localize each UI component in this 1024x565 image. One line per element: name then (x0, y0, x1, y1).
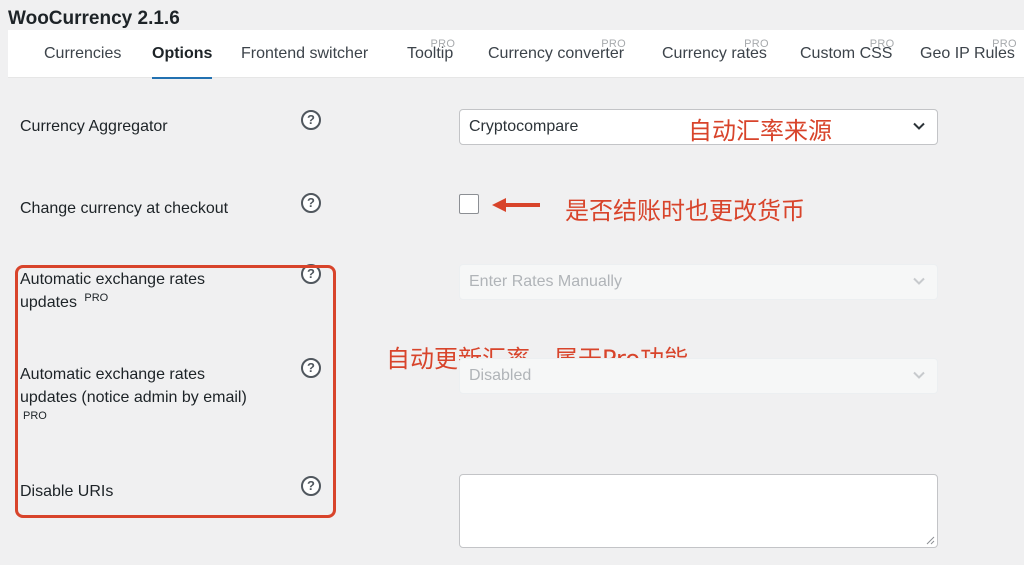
auto-rates-select[interactable]: Enter Rates Manually (459, 264, 938, 300)
help-icon[interactable]: ? (301, 193, 321, 213)
resize-grip-icon[interactable] (926, 536, 935, 545)
select-value: Cryptocompare (469, 118, 579, 135)
tab-custom-css[interactable]: Custom CSS PRO (800, 30, 895, 78)
chevron-down-icon (913, 371, 925, 379)
tab-currency-rates[interactable]: Currency rates PRO (662, 30, 769, 78)
tab-options[interactable]: Options (152, 30, 213, 79)
auto-rates-notice-select[interactable]: Disabled (459, 358, 938, 394)
chevron-down-icon (913, 277, 925, 285)
tab-currency-converter[interactable]: Currency converter PRO (488, 30, 627, 78)
annotation-aggregator: 自动汇率来源 (688, 117, 832, 145)
arrow-left-icon (492, 198, 540, 212)
help-icon[interactable]: ? (301, 110, 321, 130)
tab-bar: Currencies Options Frontend switcher Too… (8, 30, 1024, 79)
tab-label: Currencies (44, 45, 122, 62)
pro-badge: PRO (992, 38, 1017, 50)
tab-geo-ip-rules[interactable]: Geo IP Rules PRO (920, 30, 1017, 78)
tab-label: Frontend switcher (241, 45, 369, 62)
change-currency-checkout-checkbox[interactable] (459, 194, 479, 214)
disable-uris-textarea[interactable] (459, 474, 938, 548)
pro-badge: PRO (869, 38, 895, 50)
chevron-down-icon (913, 122, 925, 130)
pro-badge: PRO (744, 38, 769, 50)
change-currency-checkout-label: Change currency at checkout (20, 200, 229, 217)
pro-badge: PRO (430, 38, 456, 50)
pro-features-highlight (15, 265, 336, 518)
annotation-checkout: 是否结账时也更改货币 (565, 197, 805, 225)
pro-badge: PRO (601, 38, 627, 50)
tab-currencies[interactable]: Currencies (44, 30, 121, 78)
currency-aggregator-label: Currency Aggregator (20, 118, 168, 135)
select-value: Enter Rates Manually (469, 273, 622, 290)
tab-tooltip[interactable]: Tooltip PRO (407, 30, 456, 78)
tab-frontend-switcher[interactable]: Frontend switcher (241, 30, 368, 78)
app-title: WooCurrency 2.1.6 (8, 8, 180, 29)
select-value: Disabled (469, 367, 532, 384)
tab-label: Options (152, 45, 213, 62)
